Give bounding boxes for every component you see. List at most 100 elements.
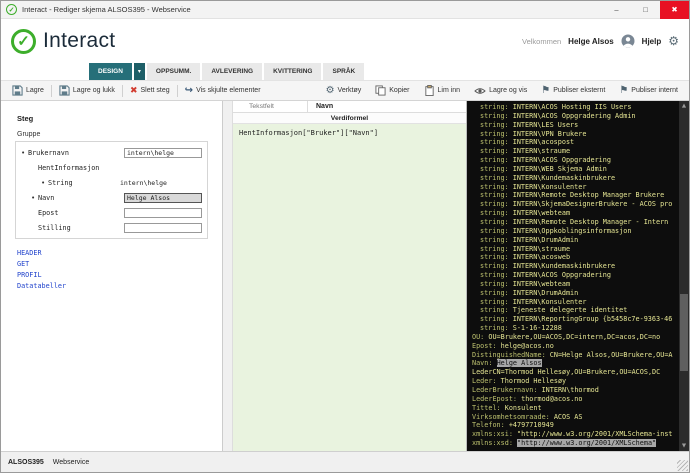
tab-dropdown-caret-icon[interactable]: ▾ bbox=[133, 63, 145, 80]
publiser-internt-button[interactable]: ⚑ Publiser internt bbox=[612, 81, 685, 100]
console-line: string: INTERN\straume bbox=[472, 147, 679, 156]
toolbar-left-group: Lagre Lagre og lukk ✖ Slett steg ↪ Vis skjult… bbox=[5, 81, 268, 100]
toolbar-button-label: Publiser eksternt bbox=[553, 87, 606, 94]
formula-text: HentInformasjon["Bruker"]["Navn"] bbox=[239, 129, 379, 137]
gear-icon: ⚙ bbox=[325, 85, 335, 96]
user-avatar-icon[interactable] bbox=[621, 34, 635, 48]
console-value: INTERN\thormod bbox=[541, 386, 599, 394]
console-scrollbar-thumb[interactable] bbox=[680, 293, 688, 371]
help-link[interactable]: Hjelp bbox=[642, 37, 662, 46]
console-value: INTERN\straume bbox=[512, 147, 571, 156]
paste-icon bbox=[424, 85, 435, 96]
link-datatabeller[interactable]: Datatabeller bbox=[17, 282, 222, 293]
formula-header: Verdiformel bbox=[233, 113, 466, 124]
console-key: Tittel: bbox=[472, 403, 501, 412]
tab-spr-k[interactable]: SPRÅK bbox=[323, 63, 365, 80]
publiser-eksternt-button[interactable]: ⚑ Publiser eksternt bbox=[534, 81, 612, 100]
console-value: INTERN\Kundemaskinbrukere bbox=[512, 262, 616, 271]
app-icon: ✓ bbox=[6, 4, 17, 15]
link-profil[interactable]: PROFIL bbox=[17, 271, 222, 282]
console-key: string: bbox=[480, 209, 509, 218]
kopier-button[interactable]: Kopier bbox=[368, 81, 416, 100]
console-line: LederCN=Thormod Hellesøy,OU=Brukere,OU=A… bbox=[472, 368, 679, 377]
console-key: string: bbox=[480, 103, 509, 111]
vis-skjulte-elementer-button[interactable]: ↪ Vis skjulte elementer bbox=[178, 81, 268, 100]
field-input-epost[interactable] bbox=[124, 207, 202, 218]
console-key: string: bbox=[480, 173, 509, 182]
console-line: string: S-1-16-12288 bbox=[472, 324, 679, 333]
console-line: xmlns:xsd: "http://www.w3.org/2001/XMLSc… bbox=[472, 439, 679, 448]
maximize-button[interactable]: □ bbox=[631, 1, 660, 19]
link-header[interactable]: HEADER bbox=[17, 249, 222, 260]
user-name-link[interactable]: Helge Alsos bbox=[568, 37, 614, 46]
formula-editor[interactable]: HentInformasjon["Bruker"]["Navn"] bbox=[233, 124, 466, 451]
lim-inn-button[interactable]: Lim inn bbox=[417, 81, 468, 100]
console-value: LederCN=Thormod Hellesøy,OU=Brukere,OU=A… bbox=[472, 368, 661, 377]
console-value: INTERN\webteam bbox=[512, 279, 571, 288]
console-line: LederBrukernavn: INTERN\thormod bbox=[472, 386, 679, 395]
field-input-navn[interactable] bbox=[124, 192, 202, 203]
console-scrollbar[interactable]: ▲ ▼ bbox=[679, 101, 689, 451]
app-window: ✓ Interact - Rediger skjema ALSOS395 - W… bbox=[0, 0, 690, 473]
resize-grip[interactable] bbox=[677, 460, 688, 471]
toolbar-button-label: Lagre og vis bbox=[489, 87, 528, 94]
scroll-up-icon[interactable]: ▲ bbox=[679, 101, 689, 111]
console-value: INTERN\acosweb bbox=[512, 253, 571, 262]
console-value: INTERN\Remote Desktop Manager - Intern bbox=[512, 217, 669, 226]
console-line: string: INTERN\Oppkoblingsinformasjon bbox=[472, 227, 679, 236]
field-input-brukernavn[interactable] bbox=[124, 147, 202, 158]
field-group: •BrukernavnHentInformasjon•Stringintern\… bbox=[15, 141, 208, 239]
lagre-button[interactable]: Lagre bbox=[5, 81, 51, 100]
console-key: string: bbox=[480, 279, 509, 288]
field-label-navn: Navn bbox=[38, 193, 55, 202]
settings-gear-icon[interactable]: ⚙ bbox=[668, 34, 679, 48]
scroll-down-icon[interactable]: ▼ bbox=[679, 441, 689, 451]
tab-avlevering[interactable]: AVLEVERING bbox=[202, 63, 263, 80]
gruppe-node[interactable]: Gruppe bbox=[17, 131, 222, 138]
console-key: Telefon: bbox=[472, 421, 505, 430]
console-key: string: bbox=[480, 253, 509, 262]
console-value: thormod@acos.no bbox=[521, 394, 583, 403]
section-links: HEADER GET PROFIL Datatabeller bbox=[17, 249, 222, 293]
console-value: INTERN\ACOS Hosting IIS Users bbox=[512, 103, 632, 111]
close-icon: ✖ bbox=[671, 5, 678, 14]
lagre-og-vis-button[interactable]: Lagre og vis bbox=[467, 81, 534, 100]
console-value: Konsulent bbox=[504, 403, 542, 412]
close-button[interactable]: ✖ bbox=[660, 0, 689, 19]
toolbar-button-label: Lagre bbox=[26, 87, 44, 94]
tab-design[interactable]: DESIGN bbox=[89, 63, 132, 80]
tab-kvittering[interactable]: KVITTERING bbox=[264, 63, 322, 80]
console-line: string: INTERN\Remote Desktop Manager Br… bbox=[472, 191, 679, 200]
console-value: INTERN\Oppkoblingsinformasjon bbox=[512, 226, 632, 235]
console-line: string: INTERN\DrumAdmin bbox=[472, 236, 679, 245]
console-key: Virksomhetsomraade: bbox=[472, 412, 550, 421]
copy-icon bbox=[375, 85, 386, 96]
console-key: string: bbox=[480, 244, 509, 253]
main-area: Steg Gruppe •BrukernavnHentInformasjon•S… bbox=[1, 101, 689, 451]
console-key: string: bbox=[480, 262, 509, 271]
console-line: Leder: Thormod Hellesøy bbox=[472, 377, 679, 386]
element-header: Tekstfelt Navn bbox=[233, 101, 466, 113]
console-line: string: INTERN\acosweb bbox=[472, 253, 679, 262]
console-line: OU: OU=Brukere,OU=ACOS,DC=intern,DC=acos… bbox=[472, 333, 679, 342]
console-key: string: bbox=[480, 138, 509, 147]
lagre-og-lukk-button[interactable]: Lagre og lukk bbox=[52, 81, 122, 100]
app-header: ✓ Interact Velkommen Helge Alsos Hjelp ⚙ bbox=[1, 19, 689, 63]
console-key: string: bbox=[480, 217, 509, 226]
toolbar-button-label: Vis skjulte elementer bbox=[196, 87, 261, 94]
slett-steg-button[interactable]: ✖ Slett steg bbox=[123, 81, 177, 100]
console-line: string: INTERN\Kundemaskinbrukere bbox=[472, 174, 679, 183]
link-get[interactable]: GET bbox=[17, 260, 222, 271]
tree-row-brukernavn: • Brukernavn bbox=[21, 145, 202, 160]
editor-panel: Tekstfelt Navn Verdiformel HentInformasj… bbox=[233, 101, 467, 451]
logo-check-icon: ✓ bbox=[11, 28, 36, 54]
field-input-stilling[interactable] bbox=[124, 222, 202, 233]
console-key: OU: bbox=[472, 332, 485, 341]
panel-scrollbar[interactable] bbox=[223, 101, 233, 451]
verkt-y-button[interactable]: ⚙ Verktøy bbox=[319, 81, 369, 100]
tree-row-string: • String intern\helge bbox=[21, 175, 202, 190]
minimize-button[interactable]: – bbox=[602, 1, 631, 19]
console-value: Tjeneste delegerte identitet bbox=[512, 306, 628, 315]
tab-oppsumm[interactable]: OPPSUMM. bbox=[146, 63, 201, 80]
console-value: INTERN\ACOS Oppgradering Admin bbox=[512, 111, 636, 120]
